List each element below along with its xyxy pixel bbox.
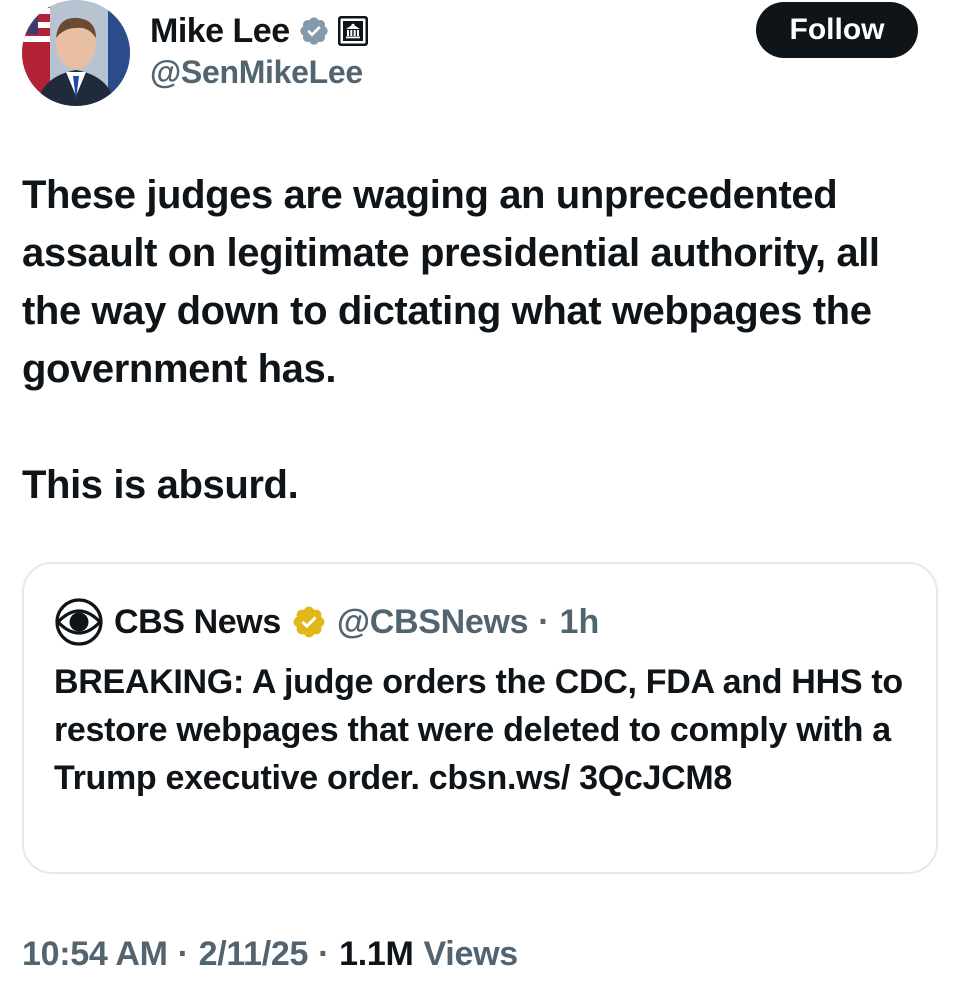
author-display-name[interactable]: Mike Lee <box>150 12 290 51</box>
tweet-meta: 10:54 AM · 2/11/25 · 1.1M Views <box>22 930 518 978</box>
cbs-eye-icon[interactable] <box>54 598 104 646</box>
author-name-row[interactable]: Mike Lee <box>150 8 368 54</box>
quoted-tweet-card[interactable]: CBS News @CBSNews · 1h BREAKING: A judge… <box>22 562 938 874</box>
separator-dot: · <box>318 934 330 973</box>
tweet-text: These judges are waging an unprecedented… <box>22 166 938 514</box>
quoted-timestamp[interactable]: 1h <box>560 603 600 642</box>
government-building-icon[interactable] <box>337 16 368 46</box>
avatar[interactable] <box>22 0 130 106</box>
quoted-tweet-text: BREAKING: A judge orders the CDC, FDA an… <box>54 663 903 797</box>
tweet-date[interactable]: 2/11/25 <box>199 935 309 974</box>
avatar-image <box>22 0 130 106</box>
tweet-time[interactable]: 10:54 AM <box>22 935 168 974</box>
separator-dot: · <box>177 934 189 973</box>
views-label: Views <box>423 934 519 973</box>
verified-gray-icon[interactable] <box>298 15 330 47</box>
quoted-tweet-header: CBS News @CBSNews · 1h <box>54 598 599 646</box>
views-count[interactable]: 1.1M <box>339 935 414 974</box>
quoted-display-name[interactable]: CBS News <box>114 603 281 642</box>
tweet-paragraph: This is absurd. <box>22 463 299 507</box>
quoted-handle[interactable]: @CBSNews <box>337 603 529 642</box>
follow-button[interactable]: Follow <box>756 2 918 58</box>
separator-dot: · <box>538 602 550 641</box>
verified-gold-icon[interactable] <box>291 604 327 640</box>
author-handle[interactable]: @SenMikeLee <box>150 54 363 91</box>
tweet: Mike Lee @SenMikeLee Follow These judges… <box>0 0 960 1000</box>
tweet-paragraph: These judges are waging an unprecedented… <box>22 173 880 391</box>
